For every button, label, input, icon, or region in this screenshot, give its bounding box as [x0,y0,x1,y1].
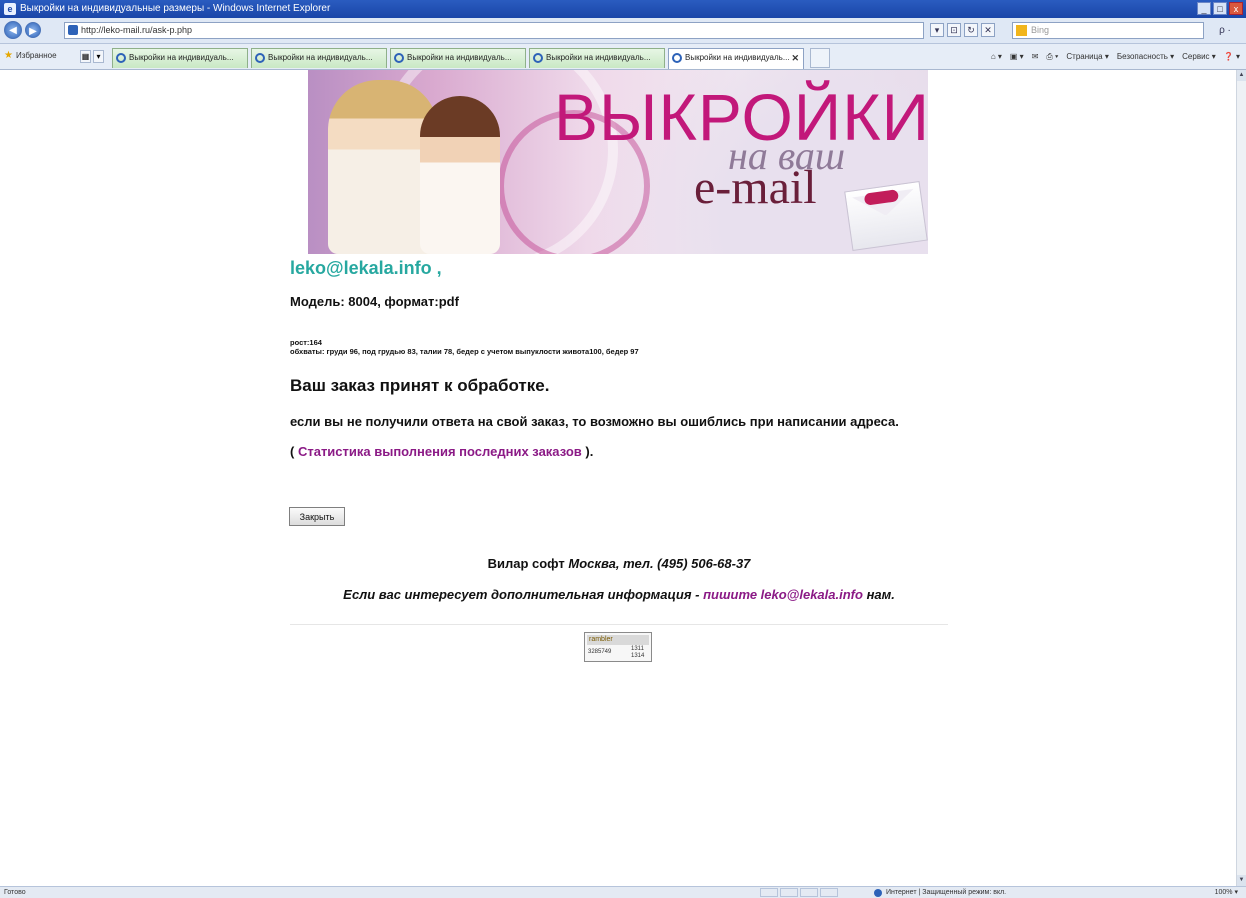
counter-today: 1311 1314 [631,646,645,659]
tab-label: Выкройки на индивидуаль... [685,53,790,62]
minimize-button[interactable]: _ [1197,2,1211,15]
address-tools: ▾ ⊡ ↻ ✕ [930,23,995,37]
favorites-button[interactable]: Избранное [4,50,57,62]
safety-menu[interactable]: Безопасность ▾ [1117,50,1174,63]
measurements-value: обхваты: груди 96, под грудью 83, талии … [290,347,639,356]
address-toolbar: ◀ ▶ http://leko-mail.ru/ask-p.php ▾ ⊡ ↻ … [0,18,1246,44]
close-window-button[interactable]: x [1229,2,1243,15]
order-stats-link[interactable]: Статистика выполнения последних заказов [298,444,582,459]
vertical-scrollbar[interactable]: ▲ ▼ [1236,70,1246,886]
footer-contact: Если вас интересует дополнительная инфор… [290,587,948,602]
footer-end-text: нам. [862,587,895,602]
header-banner: ВЫКРОЙКИ на ваш e-mail [308,70,928,254]
search-button[interactable]: ρ · [1210,22,1240,39]
tab-label: Выкройки на индивидуаль... [546,53,651,62]
compatibility-view-button[interactable]: ⊡ [947,23,961,37]
banner-model-photo [420,96,500,254]
stop-button[interactable]: ✕ [981,23,995,37]
ie-tab-icon [672,53,682,63]
tab-label: Выкройки на индивидуаль... [407,53,512,62]
address-input[interactable]: http://leko-mail.ru/ask-p.php [64,22,924,39]
order-accepted-heading: Ваш заказ принят к обработке. [290,376,550,395]
measurements-block: рост:164 обхваты: груди 96, под грудью 8… [290,338,639,356]
window-titlebar: e Выкройки на индивидуальные размеры - W… [0,0,1246,18]
ie-logo-icon: e [4,3,16,15]
close-tab-icon[interactable]: ✕ [791,49,799,67]
close-button[interactable]: Закрыть [289,507,345,526]
window-controls: _ □ x [1197,2,1243,15]
maximize-button[interactable]: □ [1213,2,1227,15]
banner-email-text: e-mail [694,161,817,214]
quick-tabs: ▦ ▾ [80,50,104,63]
quick-tabs-button[interactable]: ▦ [80,50,91,63]
envelope-seal [863,189,900,206]
security-zone[interactable]: Интернет | Защищенный режим: вкл. [874,887,1006,898]
address-dropdown-button[interactable]: ▾ [930,23,944,37]
page-icon [68,25,78,35]
company-phone: Москва, тел. (495) 506-68-37 [568,556,751,571]
counter-title: rambler [587,635,649,645]
footer-info-text: Если вас интересует дополнительная инфор… [343,587,704,602]
window-title: Выкройки на индивидуальные размеры - Win… [20,3,331,14]
home-icon[interactable]: ⌂ ▾ [991,50,1002,63]
help-menu[interactable]: ❓ ▾ [1224,50,1240,63]
stats-paren-open: ( [290,444,298,459]
ie-tab-icon [116,53,126,63]
search-placeholder: Bing [1031,25,1050,35]
tab-1[interactable]: Выкройки на индивидуаль... [112,48,248,68]
zoom-control[interactable]: 100% ▾ [1215,887,1238,898]
status-bar: Готово Интернет | Защищенный режим: вкл.… [0,886,1246,898]
tab-label: Выкройки на индивидуаль... [129,53,234,62]
scroll-down-icon[interactable]: ▼ [1237,875,1246,886]
scroll-up-icon[interactable]: ▲ [1237,70,1246,81]
status-cells [760,888,838,897]
forward-button[interactable]: ▶ [25,22,41,38]
tab-5-active[interactable]: Выкройки на индивидуаль... ✕ [668,48,804,69]
tab-4[interactable]: Выкройки на индивидуаль... [529,48,665,68]
user-email: leko@lekala.info , [290,258,442,278]
search-input[interactable]: Bing [1012,22,1204,39]
footer-divider [290,624,948,625]
back-button[interactable]: ◀ [4,21,22,39]
footer-company: Вилар софт Москва, тел. (495) 506-68-37 [290,556,948,571]
tab-2[interactable]: Выкройки на индивидуаль... [251,48,387,68]
tools-menu[interactable]: Сервис ▾ [1182,50,1216,63]
tab-3[interactable]: Выкройки на индивидуаль... [390,48,526,68]
tab-label: Выкройки на индивидуаль... [268,53,373,62]
bing-icon [1016,25,1027,36]
tab-list-button[interactable]: ▾ [93,50,104,63]
tabs-toolbar: Избранное ▦ ▾ Выкройки на индивидуаль...… [0,44,1246,70]
address-url: http://leko-mail.ru/ask-p.php [81,25,193,35]
command-bar: ⌂ ▾ ▣ ▾ ✉ ⎙ ▾ Страница ▾ Безопасность ▾ … [991,50,1240,63]
page-viewport: ВЫКРОЙКИ на ваш e-mail leko@lekala.info … [0,70,1236,886]
address-warning: если вы не получили ответа на свой заказ… [290,414,899,429]
status-text: Готово [4,889,26,896]
visit-counter-badge[interactable]: rambler 3285749 1311 1314 [584,632,652,662]
page-menu[interactable]: Страница ▾ [1066,50,1109,63]
envelope-icon [844,181,928,251]
mail-icon[interactable]: ✉ [1032,50,1039,63]
contact-email-link[interactable]: пишите leko@lekala.info [703,587,863,602]
ie-tab-icon [394,53,404,63]
counter-total: 3285749 [588,649,612,655]
stats-paren-close: ). [581,444,594,459]
refresh-button[interactable]: ↻ [964,23,978,37]
new-tab-button[interactable] [810,48,830,68]
ie-tab-icon [255,53,265,63]
feeds-icon[interactable]: ▣ ▾ [1010,50,1024,63]
company-name: Вилар софт [487,556,569,571]
model-info: Модель: 8004, формат:pdf [290,294,459,309]
stats-line: ( Статистика выполнения последних заказо… [290,444,593,459]
print-icon[interactable]: ⎙ ▾ [1046,50,1058,63]
height-value: рост:164 [290,338,322,347]
ie-tab-icon [533,53,543,63]
